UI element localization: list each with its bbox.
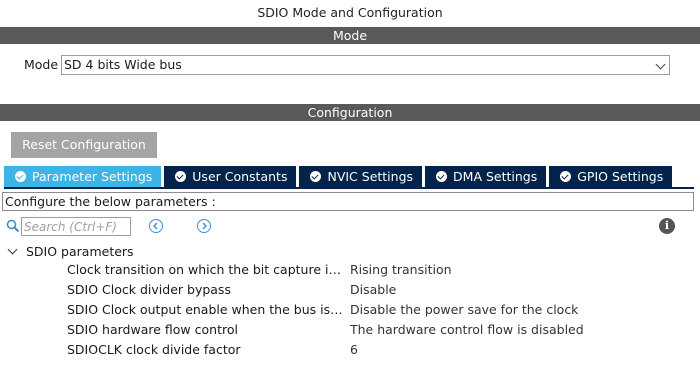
- parameter-name: SDIOCLK clock divide factor: [67, 342, 241, 357]
- tab-gpio-settings[interactable]: GPIO Settings: [549, 166, 673, 187]
- mode-label: Mode: [24, 57, 59, 72]
- tab-label: User Constants: [192, 169, 288, 184]
- chevron-down-icon: [655, 59, 666, 70]
- parameter-value: The hardware control flow is disabled: [350, 322, 584, 337]
- parameter-value: Disable the power save for the clock: [350, 302, 579, 317]
- window-title: SDIO Mode and Configuration: [257, 5, 443, 20]
- parameter-list: Clock transition on which the bit captur…: [0, 260, 700, 360]
- parameter-row[interactable]: SDIO hardware flow control The hardware …: [0, 320, 700, 340]
- parameter-row[interactable]: Clock transition on which the bit captur…: [0, 260, 700, 280]
- tab-label: Parameter Settings: [32, 169, 153, 184]
- parameter-name: Clock transition on which the bit captur…: [67, 262, 345, 277]
- search-previous-button[interactable]: [149, 219, 163, 233]
- reset-configuration-button[interactable]: Reset Configuration: [11, 132, 157, 158]
- group-title: SDIO parameters: [26, 243, 134, 259]
- check-circle-icon: [560, 171, 572, 182]
- check-circle-icon: [15, 171, 26, 182]
- arrow-right-circle-icon: [202, 222, 207, 230]
- parameter-value: Disable: [350, 282, 397, 297]
- info-icon[interactable]: i: [659, 218, 675, 234]
- arrow-left-circle-icon: [153, 222, 158, 230]
- parameter-name: SDIO Clock divider bypass: [67, 282, 231, 297]
- tab-label: DMA Settings: [453, 169, 538, 184]
- chevron-down-icon: [7, 244, 18, 255]
- parameter-name: SDIO Clock output enable when the bus is…: [67, 302, 345, 317]
- tab-nvic-settings[interactable]: NVIC Settings: [299, 166, 423, 187]
- mode-select[interactable]: SD 4 bits Wide bus: [61, 55, 670, 75]
- parameter-row[interactable]: SDIO Clock output enable when the bus is…: [0, 300, 700, 320]
- search-icon: [6, 219, 20, 233]
- parameter-value: 6: [350, 342, 358, 357]
- configure-hint: Configure the below parameters :: [2, 192, 694, 211]
- check-circle-icon: [436, 171, 448, 182]
- parameter-name: SDIO hardware flow control: [67, 322, 238, 337]
- check-circle-icon: [310, 171, 322, 182]
- tab-dma-settings[interactable]: DMA Settings: [425, 166, 547, 187]
- search-next-button[interactable]: [197, 219, 211, 233]
- mode-select-value: SD 4 bits Wide bus: [64, 57, 182, 72]
- search-input[interactable]: [21, 217, 131, 236]
- tab-parameter-settings[interactable]: Parameter Settings: [4, 166, 162, 187]
- tab-user-constants[interactable]: User Constants: [164, 166, 297, 187]
- parameter-row[interactable]: SDIOCLK clock divide factor 6: [0, 340, 700, 360]
- check-circle-icon: [175, 171, 187, 182]
- tabs-underline: [4, 187, 694, 189]
- sdio-parameters-group[interactable]: SDIO parameters: [7, 243, 134, 259]
- tab-label: GPIO Settings: [577, 169, 664, 184]
- mode-section-header: Mode: [0, 27, 700, 44]
- tab-label: NVIC Settings: [327, 169, 414, 184]
- parameter-row[interactable]: SDIO Clock divider bypass Disable: [0, 280, 700, 300]
- configuration-section-header: Configuration: [0, 104, 700, 121]
- config-tabs: Parameter Settings User Constants NVIC S…: [4, 166, 675, 187]
- parameter-value: Rising transition: [350, 262, 452, 277]
